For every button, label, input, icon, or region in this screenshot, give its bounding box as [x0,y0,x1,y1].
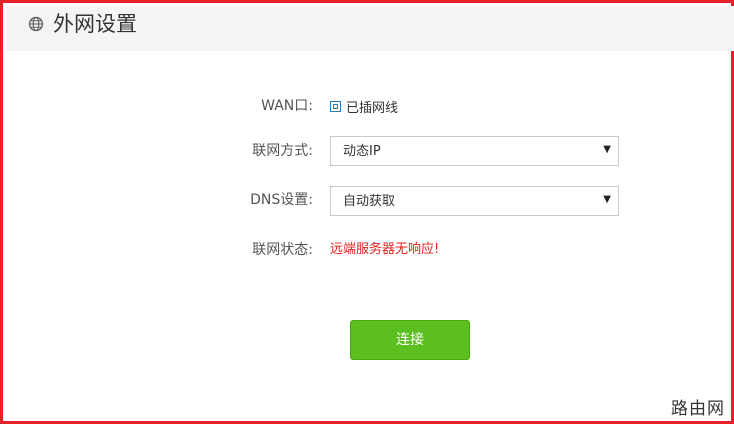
page-title: 外网设置 [53,12,137,36]
chevron-down-icon[interactable]: ▼ [603,194,611,205]
wan-label: WAN口: [261,98,313,114]
watermark: 路由网 [671,394,725,419]
wan-cable-checkbox-label: 已插网线 [346,100,399,116]
page-header: 外网设置 [6,6,734,51]
dns-select[interactable]: 自动获取 ▼ [330,186,619,216]
page-frame: 外网设置 WAN口: 已插网线 联网方式: 动态IP ▼ DNS设置: 自动获取… [0,0,734,424]
wan-cable-checkbox[interactable]: 已插网线 [330,97,399,116]
dns-label: DNS设置: [250,192,313,208]
dns-value: 自动获取 [343,194,396,209]
connection-type-label: 联网方式: [252,143,313,159]
connection-status-value: 远端服务器无响应! [330,242,440,257]
connection-type-select[interactable]: 动态IP ▼ [330,136,619,166]
globe-icon [28,16,44,32]
connection-type-value: 动态IP [343,144,381,159]
connect-button[interactable]: 连接 [350,320,470,360]
chevron-down-icon[interactable]: ▼ [603,144,611,155]
checkbox-icon[interactable] [330,100,341,112]
status-label: 联网状态: [252,242,313,258]
